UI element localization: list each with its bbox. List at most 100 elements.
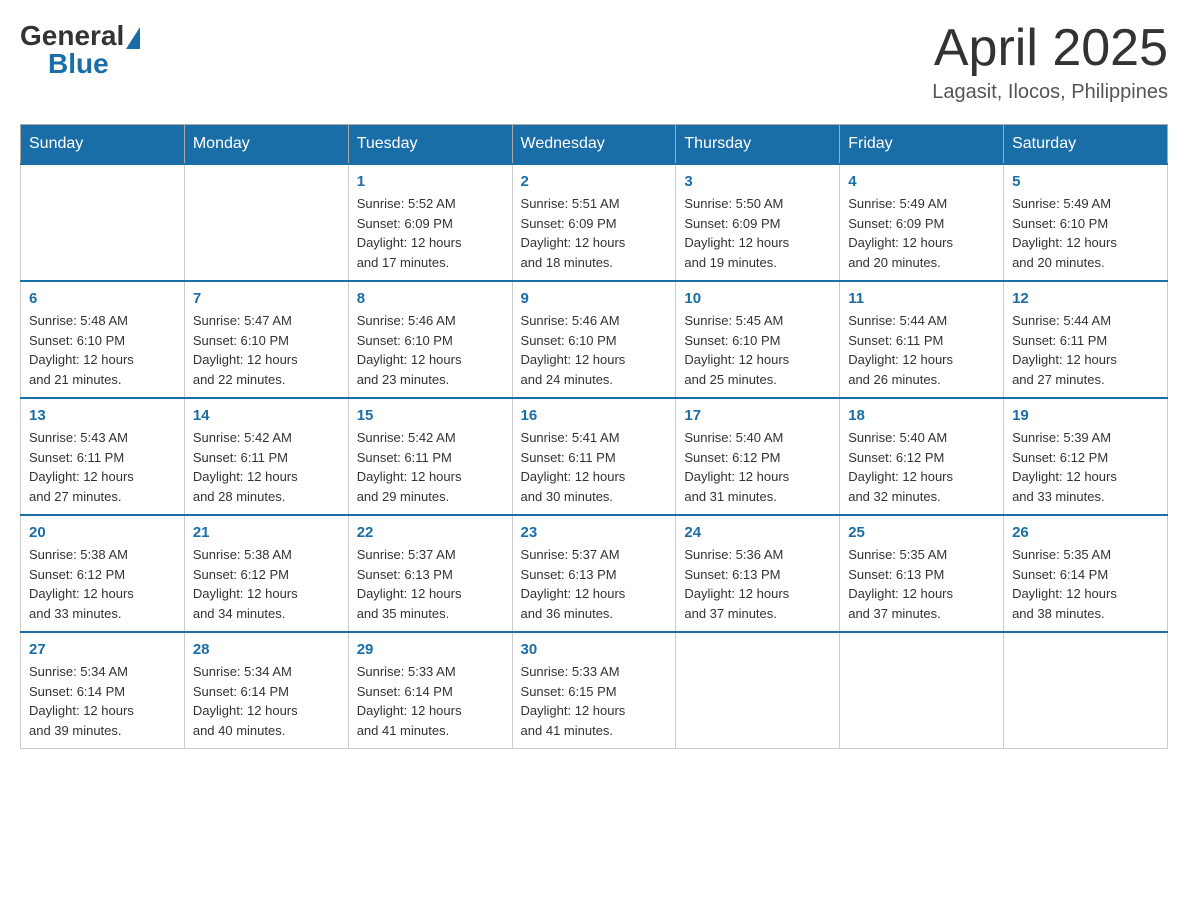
day-number: 29 <box>357 641 504 658</box>
day-info: Sunrise: 5:38 AM Sunset: 6:12 PM Dayligh… <box>29 545 176 623</box>
day-info: Sunrise: 5:47 AM Sunset: 6:10 PM Dayligh… <box>193 311 340 389</box>
calendar-day-cell: 14 Sunrise: 5:42 AM Sunset: 6:11 PM Dayli… <box>184 398 348 515</box>
page-header: General Blue April 2025 Lagasit, Ilocos,… <box>20 20 1168 104</box>
calendar-day-cell: 17 Sunrise: 5:40 AM Sunset: 6:12 PM Dayli… <box>676 398 840 515</box>
day-number: 3 <box>684 173 831 190</box>
day-info: Sunrise: 5:52 AM Sunset: 6:09 PM Dayligh… <box>357 194 504 272</box>
day-number: 25 <box>848 524 995 541</box>
calendar-header-row: SundayMondayTuesdayWednesdayThursdayFrid… <box>21 125 1168 165</box>
day-number: 14 <box>193 407 340 424</box>
day-info: Sunrise: 5:37 AM Sunset: 6:13 PM Dayligh… <box>521 545 668 623</box>
day-number: 11 <box>848 290 995 307</box>
calendar-day-cell: 10 Sunrise: 5:45 AM Sunset: 6:10 PM Dayli… <box>676 281 840 398</box>
logo-triangle-icon <box>126 27 140 49</box>
day-info: Sunrise: 5:33 AM Sunset: 6:15 PM Dayligh… <box>521 662 668 740</box>
calendar-week-row: 27 Sunrise: 5:34 AM Sunset: 6:14 PM Dayli… <box>21 632 1168 749</box>
day-number: 20 <box>29 524 176 541</box>
day-number: 4 <box>848 173 995 190</box>
calendar-day-cell <box>676 632 840 749</box>
calendar-week-row: 20 Sunrise: 5:38 AM Sunset: 6:12 PM Dayli… <box>21 515 1168 632</box>
day-number: 15 <box>357 407 504 424</box>
day-number: 9 <box>521 290 668 307</box>
day-info: Sunrise: 5:34 AM Sunset: 6:14 PM Dayligh… <box>193 662 340 740</box>
day-info: Sunrise: 5:41 AM Sunset: 6:11 PM Dayligh… <box>521 428 668 506</box>
calendar-week-row: 6 Sunrise: 5:48 AM Sunset: 6:10 PM Daylig… <box>21 281 1168 398</box>
calendar-day-header: Sunday <box>21 125 185 165</box>
day-info: Sunrise: 5:49 AM Sunset: 6:10 PM Dayligh… <box>1012 194 1159 272</box>
calendar-day-cell: 7 Sunrise: 5:47 AM Sunset: 6:10 PM Daylig… <box>184 281 348 398</box>
calendar-day-cell: 2Sunrise: 5:51 AM Sunset: 6:09 PM Daylig… <box>512 164 676 281</box>
calendar-day-cell <box>21 164 185 281</box>
calendar-week-row: 13Sunrise: 5:43 AM Sunset: 6:11 PM Dayli… <box>21 398 1168 515</box>
logo: General Blue <box>20 20 140 80</box>
day-number: 1 <box>357 173 504 190</box>
day-number: 12 <box>1012 290 1159 307</box>
calendar-day-header: Monday <box>184 125 348 165</box>
day-number: 27 <box>29 641 176 658</box>
calendar-day-cell: 19Sunrise: 5:39 AM Sunset: 6:12 PM Dayli… <box>1004 398 1168 515</box>
calendar-day-cell <box>1004 632 1168 749</box>
day-number: 6 <box>29 290 176 307</box>
day-info: Sunrise: 5:45 AM Sunset: 6:10 PM Dayligh… <box>684 311 831 389</box>
calendar-day-cell: 28Sunrise: 5:34 AM Sunset: 6:14 PM Dayli… <box>184 632 348 749</box>
day-number: 26 <box>1012 524 1159 541</box>
day-info: Sunrise: 5:39 AM Sunset: 6:12 PM Dayligh… <box>1012 428 1159 506</box>
day-number: 16 <box>521 407 668 424</box>
day-info: Sunrise: 5:42 AM Sunset: 6:11 PM Dayligh… <box>193 428 340 506</box>
calendar-day-cell: 21 Sunrise: 5:38 AM Sunset: 6:12 PM Dayli… <box>184 515 348 632</box>
calendar-day-header: Tuesday <box>348 125 512 165</box>
calendar-day-cell: 24Sunrise: 5:36 AM Sunset: 6:13 PM Dayli… <box>676 515 840 632</box>
calendar-day-cell: 20 Sunrise: 5:38 AM Sunset: 6:12 PM Dayli… <box>21 515 185 632</box>
day-number: 30 <box>521 641 668 658</box>
calendar-day-cell: 9 Sunrise: 5:46 AM Sunset: 6:10 PM Daylig… <box>512 281 676 398</box>
day-number: 8 <box>357 290 504 307</box>
calendar-day-header: Thursday <box>676 125 840 165</box>
day-number: 5 <box>1012 173 1159 190</box>
day-number: 10 <box>684 290 831 307</box>
location-subtitle: Lagasit, Ilocos, Philippines <box>932 81 1168 104</box>
calendar-day-cell <box>840 632 1004 749</box>
day-info: Sunrise: 5:35 AM Sunset: 6:13 PM Dayligh… <box>848 545 995 623</box>
month-year-title: April 2025 <box>932 20 1168 77</box>
calendar-day-cell: 30 Sunrise: 5:33 AM Sunset: 6:15 PM Dayli… <box>512 632 676 749</box>
day-info: Sunrise: 5:42 AM Sunset: 6:11 PM Dayligh… <box>357 428 504 506</box>
day-number: 24 <box>684 524 831 541</box>
day-info: Sunrise: 5:46 AM Sunset: 6:10 PM Dayligh… <box>357 311 504 389</box>
calendar-day-cell: 1 Sunrise: 5:52 AM Sunset: 6:09 PM Daylig… <box>348 164 512 281</box>
day-info: Sunrise: 5:44 AM Sunset: 6:11 PM Dayligh… <box>1012 311 1159 389</box>
calendar-day-cell: 25 Sunrise: 5:35 AM Sunset: 6:13 PM Dayli… <box>840 515 1004 632</box>
calendar-day-cell: 18 Sunrise: 5:40 AM Sunset: 6:12 PM Dayli… <box>840 398 1004 515</box>
calendar-day-cell: 22 Sunrise: 5:37 AM Sunset: 6:13 PM Dayli… <box>348 515 512 632</box>
calendar-day-cell: 4 Sunrise: 5:49 AM Sunset: 6:09 PM Daylig… <box>840 164 1004 281</box>
calendar-day-cell: 3Sunrise: 5:50 AM Sunset: 6:09 PM Daylig… <box>676 164 840 281</box>
calendar-day-cell: 5 Sunrise: 5:49 AM Sunset: 6:10 PM Daylig… <box>1004 164 1168 281</box>
day-info: Sunrise: 5:34 AM Sunset: 6:14 PM Dayligh… <box>29 662 176 740</box>
calendar-day-cell: 13Sunrise: 5:43 AM Sunset: 6:11 PM Dayli… <box>21 398 185 515</box>
day-info: Sunrise: 5:40 AM Sunset: 6:12 PM Dayligh… <box>684 428 831 506</box>
calendar-day-header: Friday <box>840 125 1004 165</box>
calendar-day-cell: 29 Sunrise: 5:33 AM Sunset: 6:14 PM Dayli… <box>348 632 512 749</box>
day-number: 22 <box>357 524 504 541</box>
day-number: 17 <box>684 407 831 424</box>
day-number: 2 <box>521 173 668 190</box>
day-number: 18 <box>848 407 995 424</box>
calendar-day-cell: 12 Sunrise: 5:44 AM Sunset: 6:11 PM Dayli… <box>1004 281 1168 398</box>
day-info: Sunrise: 5:38 AM Sunset: 6:12 PM Dayligh… <box>193 545 340 623</box>
day-number: 7 <box>193 290 340 307</box>
day-info: Sunrise: 5:33 AM Sunset: 6:14 PM Dayligh… <box>357 662 504 740</box>
calendar-day-cell: 11Sunrise: 5:44 AM Sunset: 6:11 PM Dayli… <box>840 281 1004 398</box>
calendar-day-cell <box>184 164 348 281</box>
day-info: Sunrise: 5:37 AM Sunset: 6:13 PM Dayligh… <box>357 545 504 623</box>
calendar-day-cell: 23Sunrise: 5:37 AM Sunset: 6:13 PM Dayli… <box>512 515 676 632</box>
calendar-day-cell: 6 Sunrise: 5:48 AM Sunset: 6:10 PM Daylig… <box>21 281 185 398</box>
calendar-day-header: Wednesday <box>512 125 676 165</box>
day-info: Sunrise: 5:48 AM Sunset: 6:10 PM Dayligh… <box>29 311 176 389</box>
calendar-day-cell: 27 Sunrise: 5:34 AM Sunset: 6:14 PM Dayli… <box>21 632 185 749</box>
day-number: 21 <box>193 524 340 541</box>
calendar-table: SundayMondayTuesdayWednesdayThursdayFrid… <box>20 124 1168 749</box>
day-info: Sunrise: 5:46 AM Sunset: 6:10 PM Dayligh… <box>521 311 668 389</box>
day-info: Sunrise: 5:49 AM Sunset: 6:09 PM Dayligh… <box>848 194 995 272</box>
day-info: Sunrise: 5:40 AM Sunset: 6:12 PM Dayligh… <box>848 428 995 506</box>
calendar-day-header: Saturday <box>1004 125 1168 165</box>
day-number: 13 <box>29 407 176 424</box>
